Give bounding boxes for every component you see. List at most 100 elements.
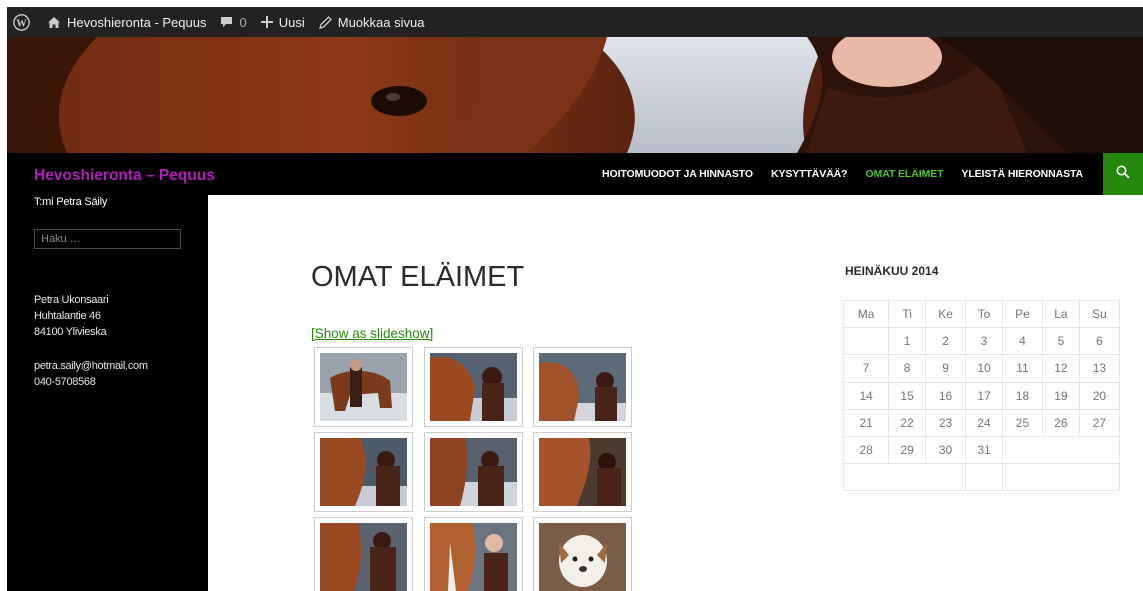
calendar-day: 31 [965, 435, 1003, 465]
calendar-day: 17 [965, 381, 1003, 410]
gallery-thumbnail[interactable] [533, 347, 632, 427]
calendar-widget: Ma Ti Ke To Pe La Su 1 2 3 4 5 6 7 8 9 1… [842, 299, 1121, 492]
calendar-day: 20 [1078, 381, 1121, 410]
calendar-day: 8 [888, 354, 926, 383]
calendar-day [842, 327, 890, 356]
calendar-prev-cell [842, 463, 967, 492]
nav-menu: HOITOMUODOT JA HINNASTO KYSYTTÄVÄÄ? OMAT… [593, 153, 1092, 195]
weekday-header: To [965, 299, 1003, 329]
weekday-header: La [1042, 299, 1080, 329]
calendar-day: 3 [965, 327, 1003, 356]
calendar-week-row: 14 15 16 17 18 19 20 [842, 381, 1121, 410]
page-title: OMAT ELÄIMET [311, 261, 525, 293]
calendar-day: 7 [842, 354, 890, 383]
contact-name: Petra Ukonsaari [34, 294, 109, 306]
calendar-nav-row [842, 463, 1121, 492]
horse-photo [430, 523, 517, 591]
calendar-day: 21 [842, 408, 890, 437]
calendar-day: 1 [888, 327, 926, 356]
calendar-caption: HEINÄKUU 2014 [845, 264, 939, 278]
horse-photo [320, 353, 407, 421]
nav-item-yleista-hieronnasta[interactable]: YLEISTÄ HIERONNASTA [952, 168, 1092, 180]
gallery-thumbnail[interactable] [424, 517, 523, 591]
horse-photo [430, 353, 517, 421]
contact-details: petra.saily@hotmail.com 040-5708568 [34, 358, 148, 390]
calendar-day: 29 [888, 435, 926, 465]
gallery-thumbnail[interactable] [314, 432, 413, 512]
calendar-day: 24 [965, 408, 1003, 437]
admin-edit-label: Muokkaa sivua [337, 14, 425, 30]
admin-site-link[interactable]: Hevoshieronta - Pequus [40, 7, 213, 37]
slideshow-link[interactable]: [Show as slideshow] [311, 326, 433, 341]
calendar-day: 9 [924, 354, 967, 383]
calendar-day: 28 [842, 435, 890, 465]
admin-new-link[interactable]: Uusi [254, 7, 312, 37]
admin-edit-page-link[interactable]: Muokkaa sivua [312, 7, 432, 37]
site-title[interactable]: Hevoshieronta – Pequus [34, 167, 215, 185]
calendar-day: 2 [924, 327, 967, 356]
gallery-thumbnail[interactable] [314, 347, 413, 427]
svg-text:W: W [16, 18, 27, 29]
wordpress-logo-icon[interactable]: W [7, 7, 40, 37]
calendar-day: 16 [924, 381, 967, 410]
gallery-thumbnail[interactable] [424, 347, 523, 427]
admin-comments-link[interactable]: 0 [213, 7, 253, 37]
pencil-icon [318, 15, 332, 29]
contact-address: Petra Ukonsaari Huhtalantie 46 84100 Yli… [34, 292, 109, 340]
calendar-day: 19 [1042, 381, 1080, 410]
horse-photo [539, 353, 626, 421]
search-icon [1116, 165, 1130, 184]
calendar-week-row: 21 22 23 24 25 26 27 [842, 408, 1121, 437]
calendar-day: 23 [924, 408, 967, 437]
gallery-thumbnail[interactable] [533, 432, 632, 512]
comments-count: 0 [239, 14, 247, 30]
calendar-day: 12 [1042, 354, 1080, 383]
nav-item-omat-elaimet[interactable]: OMAT ELÄIMET [856, 168, 952, 180]
weekday-header: Ke [924, 299, 967, 329]
horse-photo [320, 523, 407, 591]
weekday-header: Ma [842, 299, 890, 329]
home-icon [47, 16, 61, 29]
calendar-day: 13 [1078, 354, 1121, 383]
calendar-empty-cell [1001, 435, 1121, 465]
gallery-thumbnail[interactable] [314, 517, 413, 591]
nav-item-kysyttavaa[interactable]: KYSYTTÄVÄÄ? [762, 168, 857, 180]
weekday-header: Ti [888, 299, 926, 329]
gallery-thumbnail[interactable] [533, 517, 632, 591]
calendar-weekday-row: Ma Ti Ke To Pe La Su [842, 299, 1121, 329]
plus-icon [260, 16, 273, 28]
calendar-day: 11 [1001, 354, 1044, 383]
calendar-day: 25 [1001, 408, 1044, 437]
header-image[interactable] [7, 37, 1143, 153]
calendar-pad-cell [965, 463, 1003, 492]
calendar-day: 4 [1001, 327, 1044, 356]
calendar-week-row: 28 29 30 31 [842, 435, 1121, 465]
calendar-day: 30 [924, 435, 967, 465]
dog-photo [539, 523, 626, 591]
admin-new-label: Uusi [278, 14, 305, 30]
calendar-week-row: 7 8 9 10 11 12 13 [842, 354, 1121, 383]
weekday-header: Pe [1001, 299, 1044, 329]
calendar-day: 6 [1078, 327, 1121, 356]
sidebar-search-input[interactable]: Haku … [34, 229, 181, 249]
admin-site-name: Hevoshieronta - Pequus [67, 14, 207, 30]
calendar-day: 14 [842, 381, 890, 410]
calendar-day: 26 [1042, 408, 1080, 437]
calendar-day: 15 [888, 381, 926, 410]
primary-navbar: Hevoshieronta – Pequus HOITOMUODOT JA HI… [7, 153, 1143, 195]
contact-phone: 040-5708568 [34, 376, 96, 388]
calendar-day: 18 [1001, 381, 1044, 410]
calendar-day: 22 [888, 408, 926, 437]
calendar-week-row: 1 2 3 4 5 6 [842, 327, 1121, 356]
left-sidebar: T:mi Petra Säily Haku … Petra Ukonsaari … [7, 195, 208, 591]
calendar-day: 10 [965, 354, 1003, 383]
gallery-thumbnail[interactable] [424, 432, 523, 512]
contact-email: petra.saily@hotmail.com [34, 360, 148, 372]
search-toggle-button[interactable] [1103, 153, 1143, 195]
weekday-header: Su [1078, 299, 1121, 329]
nav-item-hoitomuodot[interactable]: HOITOMUODOT JA HINNASTO [593, 168, 762, 180]
contact-street: Huhtalantie 46 [34, 310, 101, 322]
horse-photo [430, 438, 517, 506]
comment-bubble-icon [220, 16, 233, 28]
calendar-day: 27 [1078, 408, 1121, 437]
